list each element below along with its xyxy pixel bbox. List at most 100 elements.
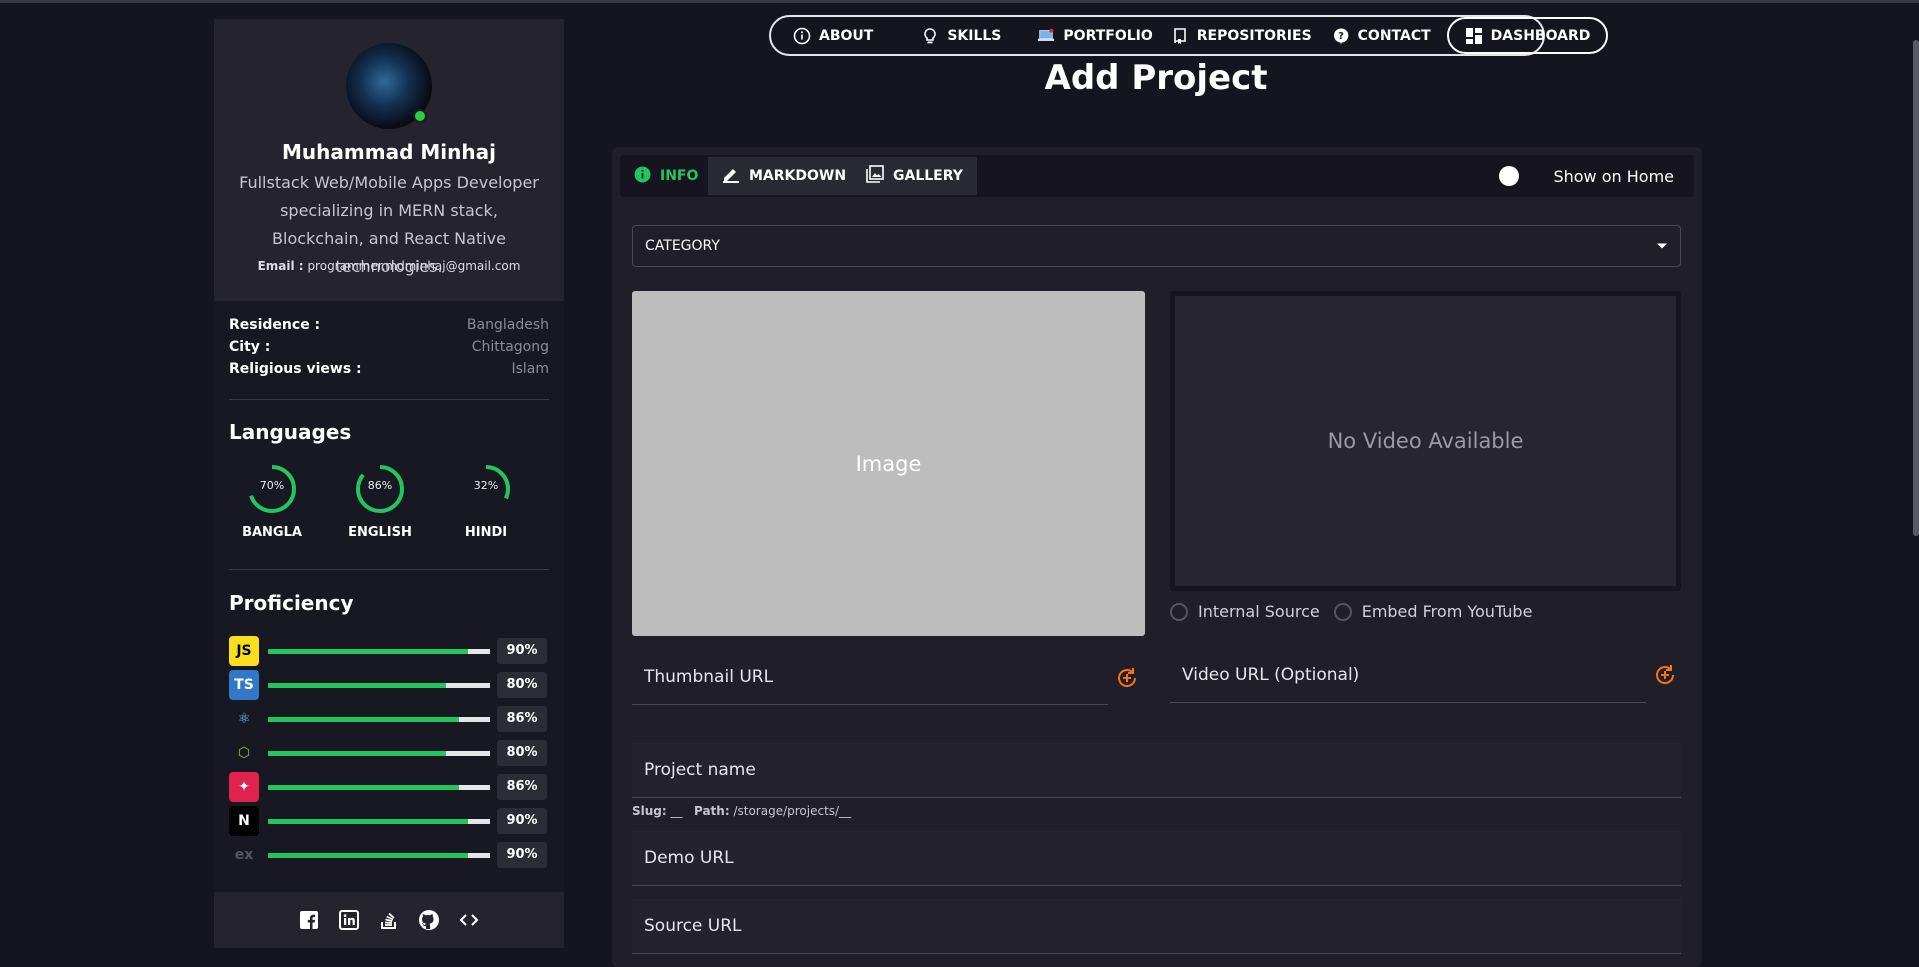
language-bangla: 70% BANGLA — [232, 461, 312, 540]
proficiency-row: ⚛ 86% — [229, 704, 549, 734]
detail-residence: Residence : Bangladesh — [229, 317, 549, 333]
nestjs-icon: ✦ — [229, 772, 259, 802]
source-url-input[interactable]: Source URL — [632, 899, 1681, 954]
facebook-icon[interactable] — [298, 909, 320, 931]
divider — [229, 569, 549, 570]
tab-label: GALLERY — [893, 168, 963, 184]
caret-down-icon — [1656, 238, 1668, 254]
demo-url-input[interactable]: Demo URL — [632, 831, 1681, 886]
window-top-border — [0, 0, 1919, 3]
proficiency-bar-fill — [268, 717, 459, 722]
profile-email: Email : programmer.mdminhaj@gmail.com — [214, 259, 564, 273]
edit-icon — [722, 165, 740, 187]
gallery-icon — [866, 165, 884, 187]
radio-label: Embed From YouTube — [1361, 602, 1533, 621]
slug-value: __ — [670, 804, 683, 818]
divider — [229, 399, 549, 400]
profile-details-panel: Residence : Bangladesh City : Chittagong R… — [214, 301, 564, 892]
code-icon[interactable] — [458, 909, 480, 931]
tab-gallery[interactable]: GALLERY — [852, 157, 977, 195]
nav-label: SKILLS — [947, 27, 1002, 44]
language-name: ENGLISH — [348, 525, 412, 540]
video-url-input[interactable]: Video URL (Optional) — [1170, 648, 1646, 703]
proficiency-bar — [268, 751, 490, 756]
proficiency-row: JS 90% — [229, 636, 549, 666]
nav-label: DASHBOARD — [1490, 27, 1591, 44]
add-project-form: INFO MARKDOWN GALLERY Show on Home CATEG… — [612, 147, 1702, 967]
detail-city: City : Chittagong — [229, 339, 549, 355]
proficiency-percent: 80% — [497, 740, 547, 766]
nav-repositories[interactable]: REPOSITORIES — [1171, 17, 1312, 54]
dashboard-icon — [1465, 27, 1483, 45]
proficiency-bar — [268, 853, 490, 858]
radio-circle — [1333, 602, 1352, 621]
proficiency-bar — [268, 649, 490, 654]
help-icon: ? — [1332, 27, 1350, 45]
proficiency-row: ⬡ 80% — [229, 738, 549, 768]
email-value[interactable]: programmer.mdminhaj@gmail.com — [307, 259, 520, 273]
radio-circle — [1170, 602, 1188, 621]
radio-label: Internal Source — [1198, 602, 1320, 621]
info-icon — [634, 166, 651, 187]
languages-title: Languages — [229, 420, 352, 444]
proficiency-percent: 90% — [497, 638, 547, 664]
slug-path-info: Slug: __ Path: /storage/projects/__ — [632, 804, 851, 818]
thumbnail-url-input[interactable]: Thumbnail URL — [632, 650, 1108, 705]
tab-info[interactable]: INFO — [620, 157, 712, 195]
nav-skills[interactable]: SKILLS — [921, 17, 1001, 54]
repository-icon — [1171, 27, 1189, 45]
nav-label: PORTFOLIO — [1063, 27, 1153, 44]
nav-contact[interactable]: ? CONTACT — [1332, 17, 1431, 54]
proficiency-percent: 90% — [497, 842, 547, 868]
radio-internal-source[interactable]: Internal Source — [1170, 602, 1320, 621]
detail-key: Residence : — [229, 317, 321, 333]
field-label: Demo URL — [644, 848, 734, 868]
tab-label: MARKDOWN — [749, 168, 847, 184]
proficiency-row: ✦ 86% — [229, 772, 549, 802]
proficiency-percent: 90% — [497, 808, 547, 834]
nav-about[interactable]: ABOUT — [793, 17, 873, 54]
stackoverflow-icon[interactable] — [378, 909, 400, 931]
field-label: Project name — [644, 760, 756, 780]
detail-value: Islam — [511, 361, 549, 377]
radio-embed-youtube[interactable]: Embed From YouTube — [1333, 602, 1533, 621]
proficiency-row: TS 80% — [229, 670, 549, 700]
video-preview: No Video Available — [1170, 291, 1681, 591]
express-icon: ex — [229, 840, 259, 870]
proficiency-bar-fill — [268, 853, 468, 858]
tab-markdown[interactable]: MARKDOWN — [708, 157, 861, 195]
proficiency-percent: 86% — [497, 706, 547, 732]
proficiency-percent: 86% — [497, 774, 547, 800]
language-percent: 86% — [367, 479, 393, 492]
linkedin-icon[interactable] — [338, 909, 360, 931]
slug-label: Slug: — [632, 804, 667, 818]
detail-key: Religious views : — [229, 361, 362, 377]
proficiency-percent: 80% — [497, 672, 547, 698]
refresh-video-icon[interactable] — [1652, 662, 1678, 688]
proficiency-bar — [268, 717, 490, 722]
github-icon[interactable] — [418, 909, 440, 931]
path-value: /storage/projects/__ — [733, 804, 852, 818]
proficiency-bar — [268, 683, 490, 688]
detail-value: Chittagong — [471, 339, 549, 355]
show-on-home-toggle[interactable] — [1499, 166, 1540, 186]
image-preview[interactable]: Image — [632, 291, 1145, 636]
project-name-input[interactable]: Project name — [632, 743, 1681, 798]
page-scrollbar[interactable] — [1913, 40, 1919, 536]
show-on-home-control: Show on Home — [1499, 155, 1674, 197]
toggle-knob — [1499, 166, 1520, 186]
top-navigation: ABOUT SKILLS PORTFOLIO REPOSITORIES ? CO… — [769, 15, 1609, 56]
category-label: CATEGORY — [645, 238, 720, 254]
profile-sidebar: Muhammad Minhaj Fullstack Web/Mobile App… — [214, 19, 564, 948]
refresh-thumbnail-icon[interactable] — [1114, 665, 1140, 691]
nextjs-icon: N — [229, 806, 259, 836]
field-label: Video URL (Optional) — [1182, 665, 1360, 685]
email-label: Email : — [257, 259, 304, 273]
nav-label: REPOSITORIES — [1196, 27, 1312, 44]
profile-name: Muhammad Minhaj — [282, 140, 496, 164]
nav-portfolio[interactable]: PORTFOLIO — [1037, 17, 1153, 54]
proficiency-title: Proficiency — [229, 591, 354, 615]
category-select[interactable]: CATEGORY — [632, 225, 1681, 267]
detail-religion: Religious views : Islam — [229, 361, 549, 377]
nav-dashboard[interactable]: DASHBOARD — [1446, 17, 1609, 54]
